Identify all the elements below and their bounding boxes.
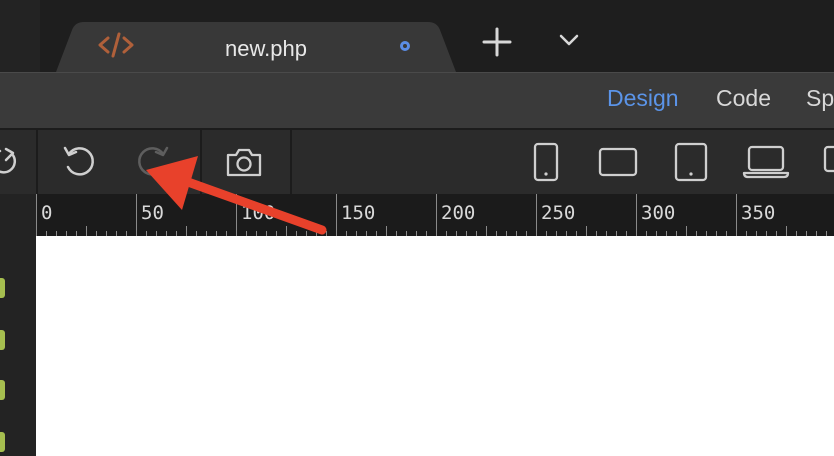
toolbar: [0, 128, 834, 196]
redo-icon[interactable]: [132, 142, 172, 182]
plus-icon[interactable]: [480, 25, 514, 59]
tab-bar-left-strip: [0, 0, 40, 72]
ruler-major-tick: [636, 194, 637, 236]
tab-new-php[interactable]: new.php: [56, 22, 456, 72]
left-panel: [0, 194, 37, 456]
view-mode-bar: Design Code Sp: [0, 72, 834, 129]
mode-code[interactable]: Code: [716, 85, 771, 112]
panel-marker: [0, 432, 5, 452]
ruler-major-tick: [136, 194, 137, 236]
tablet-icon[interactable]: [674, 142, 708, 182]
panel-marker: [0, 330, 5, 350]
design-canvas[interactable]: [36, 236, 834, 456]
phone-icon[interactable]: [532, 142, 560, 182]
camera-icon[interactable]: [224, 144, 264, 180]
mode-design[interactable]: Design: [607, 85, 679, 112]
tab-bar: new.php: [0, 0, 834, 72]
ruler-label: 300: [641, 202, 676, 224]
ruler-major-tick: [336, 194, 337, 236]
ruler-label: 50: [141, 202, 164, 224]
ruler-major-tick: [436, 194, 437, 236]
undo-icon[interactable]: [60, 142, 100, 182]
toolbar-separator: [290, 130, 292, 196]
ruler-major-tick: [736, 194, 737, 236]
mode-split[interactable]: Sp: [806, 85, 834, 112]
horizontal-ruler: 0 50 100 150 200 250 300 350: [36, 194, 834, 236]
ruler-label: 250: [541, 202, 576, 224]
phone-landscape-icon[interactable]: [598, 146, 638, 178]
ruler-major-tick: [36, 194, 37, 236]
refresh-icon[interactable]: [0, 144, 22, 180]
code-icon: [98, 32, 134, 58]
ruler-major-tick: [536, 194, 537, 236]
chevron-down-icon[interactable]: [556, 30, 582, 50]
tab-title: new.php: [225, 36, 307, 61]
panel-marker: [0, 380, 5, 400]
laptop-icon[interactable]: [742, 144, 790, 180]
unsaved-indicator: [400, 41, 410, 51]
ruler-label: 150: [341, 202, 376, 224]
ruler-major-tick: [236, 194, 237, 236]
panel-marker: [0, 278, 5, 298]
desktop-icon[interactable]: [822, 144, 834, 180]
ruler-label: 200: [441, 202, 476, 224]
ruler-label: 350: [741, 202, 776, 224]
toolbar-separator: [200, 130, 202, 196]
ruler-label: 0: [41, 202, 53, 224]
toolbar-separator: [36, 130, 38, 196]
ruler-label: 100: [241, 202, 276, 224]
